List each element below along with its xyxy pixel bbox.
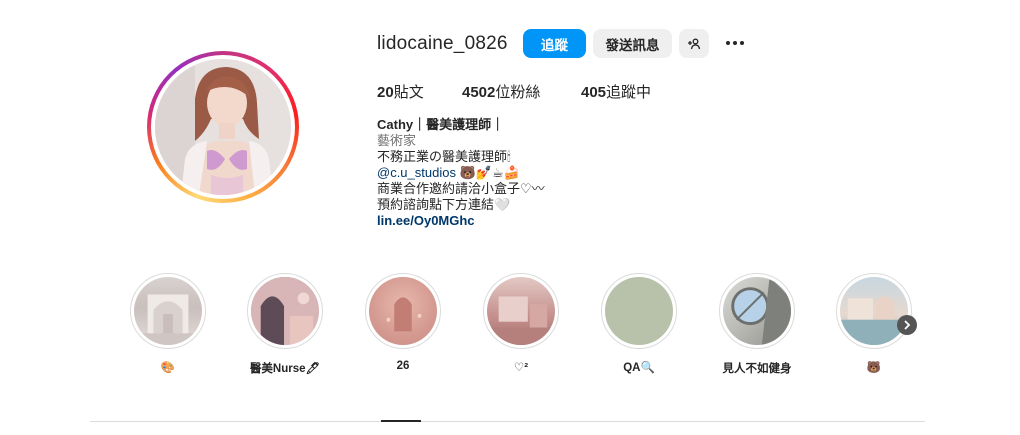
- bio-mention-link[interactable]: @c.u_studios: [377, 165, 456, 180]
- highlight-cover-image: [251, 277, 319, 345]
- profile-bio: Cathy｜醫美護理師｜ 藝術家 不務正業の醫美護理師🕯 @c.u_studio…: [377, 117, 545, 229]
- following-count: 405: [581, 84, 607, 101]
- bio-external-link[interactable]: lin.ee/Oy0MGhc: [377, 213, 545, 229]
- chevron-right-icon: [904, 320, 911, 330]
- highlight-label: 醫美Nurse🖊: [249, 363, 321, 375]
- highlight-cover-image: [134, 277, 202, 345]
- followers-count: 4502: [462, 84, 496, 101]
- bio-line: 商業合作邀約請洽小盒子♡〰: [377, 181, 545, 196]
- bio-category: 藝術家: [377, 133, 417, 148]
- highlight-cover-image: [840, 277, 908, 345]
- tabs-divider: [90, 421, 925, 422]
- story-highlight[interactable]: 🐻: [836, 273, 912, 374]
- avatar-gap: [151, 55, 295, 199]
- avatar: [155, 59, 291, 195]
- highlight-cover-ring[interactable]: [483, 273, 559, 349]
- active-tab-indicator: [381, 420, 421, 422]
- highlight-label: 見人不如健身: [722, 363, 792, 375]
- highlight-label: 26: [396, 360, 410, 372]
- suggest-users-button[interactable]: [679, 29, 709, 58]
- posts-count: 20: [377, 84, 394, 101]
- bio-mention-emoji: 🐻💅☕🍰: [455, 165, 520, 180]
- follow-button[interactable]: 追蹤: [523, 29, 586, 58]
- story-highlight[interactable]: 🎨: [130, 273, 206, 374]
- story-highlight[interactable]: QA🔍: [601, 273, 677, 374]
- stat-followers[interactable]: 4502位粉絲: [462, 81, 540, 102]
- highlight-label: 🐻: [866, 362, 882, 374]
- send-message-button[interactable]: 發送訊息: [593, 29, 672, 58]
- avatar-portrait-image: [155, 59, 291, 195]
- highlight-cover-ring[interactable]: [719, 273, 795, 349]
- highlight-label: QA🔍: [623, 362, 655, 374]
- add-user-icon: [688, 38, 701, 49]
- stat-posts: 20貼文: [377, 81, 424, 102]
- more-horizontal-icon: [726, 41, 730, 45]
- bio-mention-line: @c.u_studios 🐻💅☕🍰: [377, 165, 545, 181]
- profile-avatar-ring[interactable]: [147, 51, 299, 203]
- story-highlight[interactable]: 見人不如健身: [719, 273, 795, 375]
- bio-line: 預約諮詢點下方連結🤍: [377, 197, 511, 212]
- highlight-cover-image: [487, 277, 555, 345]
- more-options-button[interactable]: [722, 34, 748, 52]
- highlight-cover-ring[interactable]: [836, 273, 912, 349]
- bio-line: 不務正業の醫美護理師🕯: [377, 149, 511, 164]
- stat-following[interactable]: 405追蹤中: [581, 81, 651, 102]
- highlights-next-button[interactable]: [897, 315, 917, 335]
- followers-label: 位粉絲: [495, 84, 541, 101]
- highlight-cover-image: [723, 277, 791, 345]
- highlight-cover-image: [369, 277, 437, 345]
- highlight-cover-ring[interactable]: [247, 273, 323, 349]
- profile-username: lidocaine_0826: [377, 33, 508, 54]
- highlight-label: 🎨: [160, 362, 176, 374]
- posts-label: 貼文: [393, 84, 424, 101]
- highlight-label: ♡²: [513, 362, 529, 374]
- story-highlight[interactable]: 26: [365, 273, 441, 372]
- highlight-cover-ring[interactable]: [601, 273, 677, 349]
- story-highlight[interactable]: ♡²: [483, 273, 559, 374]
- highlight-cover-image: [605, 277, 673, 345]
- highlight-cover-ring[interactable]: [365, 273, 441, 349]
- story-highlight[interactable]: 醫美Nurse🖊: [247, 273, 323, 375]
- highlight-cover-ring[interactable]: [130, 273, 206, 349]
- following-label: 追蹤中: [606, 84, 652, 101]
- bio-name: Cathy｜醫美護理師｜: [377, 117, 505, 132]
